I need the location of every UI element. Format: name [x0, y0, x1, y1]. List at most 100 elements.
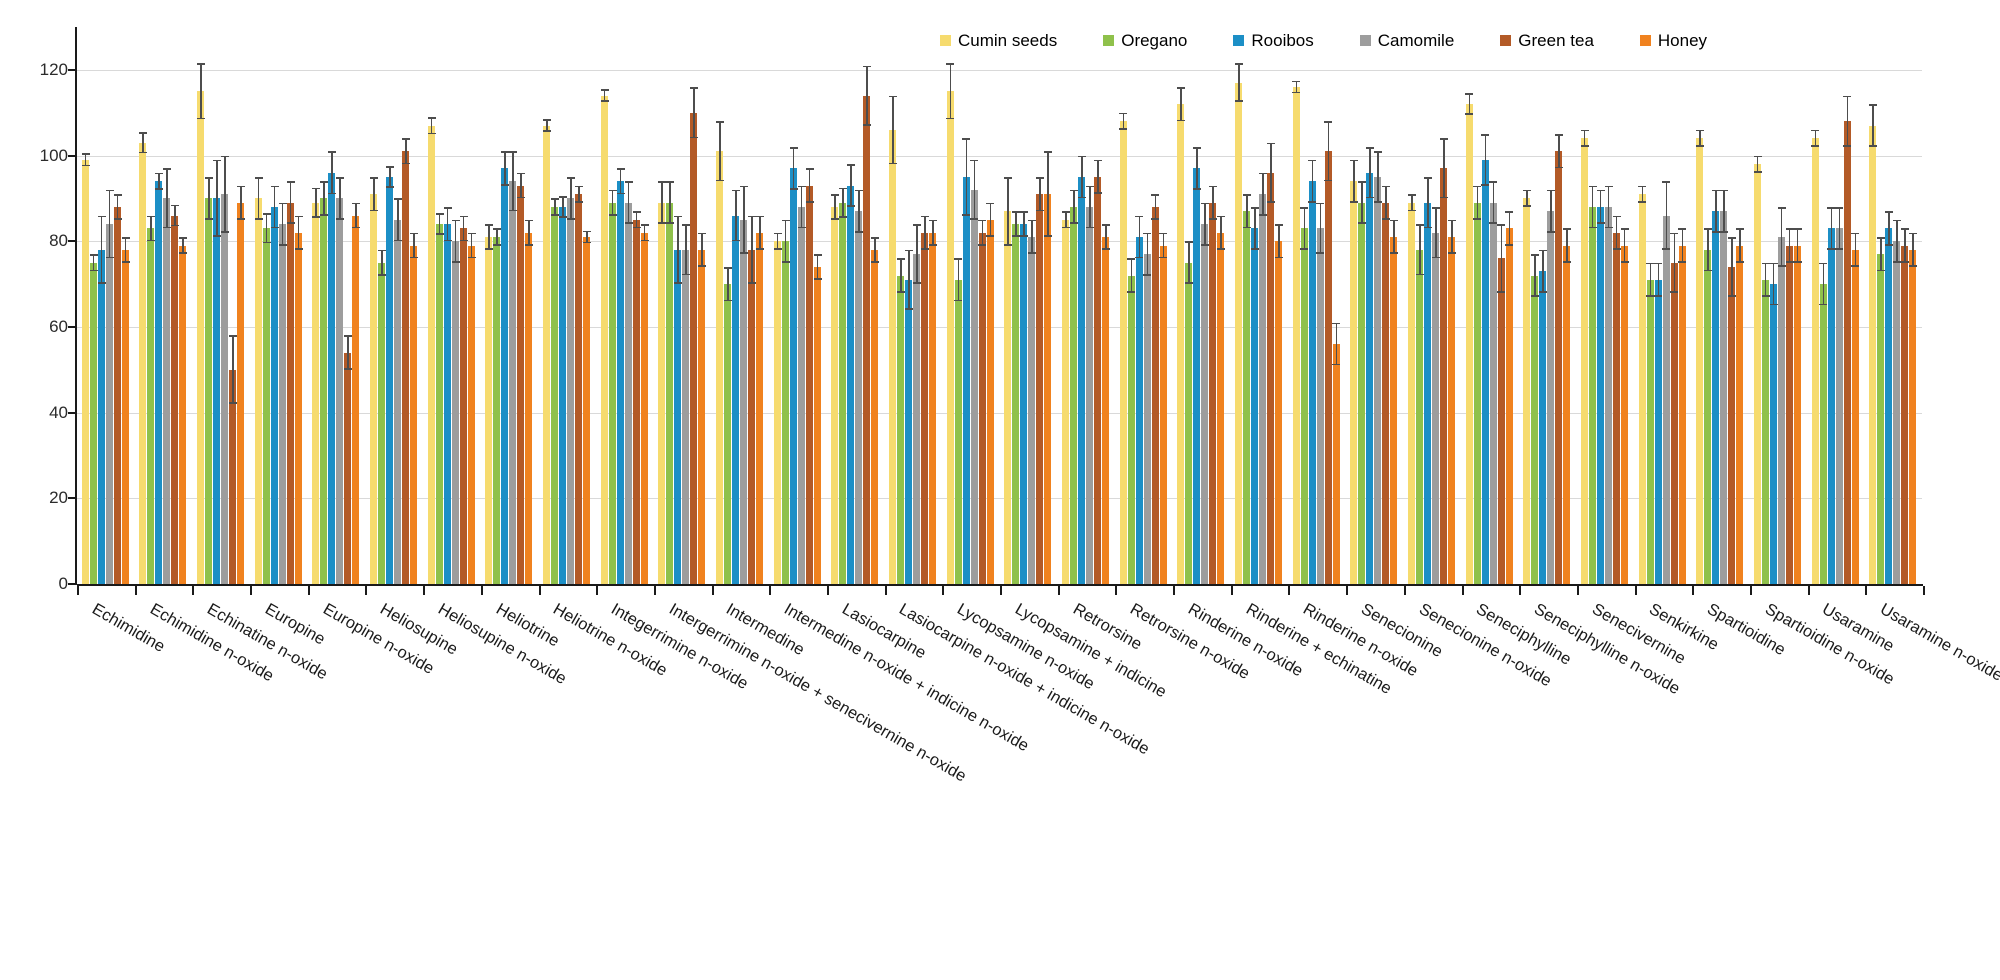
- bar[interactable]: [278, 224, 286, 584]
- bar[interactable]: [1447, 236, 1455, 584]
- bar[interactable]: [459, 228, 467, 584]
- bar[interactable]: [567, 198, 575, 584]
- bar[interactable]: [221, 194, 229, 584]
- bar[interactable]: [1497, 258, 1505, 584]
- bar[interactable]: [336, 198, 344, 584]
- bar[interactable]: [1539, 271, 1547, 584]
- bar[interactable]: [89, 262, 97, 584]
- bar[interactable]: [370, 194, 378, 584]
- bar[interactable]: [1292, 87, 1300, 584]
- bar[interactable]: [1481, 159, 1489, 584]
- bar[interactable]: [1843, 121, 1851, 584]
- bar[interactable]: [1473, 202, 1481, 584]
- bar[interactable]: [1505, 228, 1513, 584]
- bar[interactable]: [1547, 211, 1555, 584]
- bar[interactable]: [897, 275, 905, 584]
- bar[interactable]: [1670, 262, 1678, 584]
- bar[interactable]: [1612, 232, 1620, 584]
- bar[interactable]: [698, 249, 706, 584]
- bar[interactable]: [1827, 228, 1835, 584]
- bar[interactable]: [344, 352, 352, 584]
- bar[interactable]: [831, 206, 839, 584]
- bar[interactable]: [1201, 224, 1209, 584]
- bar[interactable]: [1893, 241, 1901, 584]
- bar[interactable]: [467, 245, 475, 584]
- bar[interactable]: [1439, 168, 1447, 584]
- bar[interactable]: [1851, 249, 1859, 584]
- bar[interactable]: [624, 202, 632, 584]
- bar[interactable]: [1332, 344, 1340, 584]
- bar[interactable]: [294, 232, 302, 584]
- bar[interactable]: [1638, 194, 1646, 584]
- bar[interactable]: [517, 185, 525, 584]
- bar[interactable]: [1869, 125, 1877, 584]
- bar[interactable]: [871, 249, 879, 584]
- bar[interactable]: [543, 125, 551, 584]
- bar[interactable]: [1563, 245, 1571, 584]
- bar[interactable]: [237, 202, 245, 584]
- bar[interactable]: [732, 215, 740, 584]
- bar[interactable]: [1415, 249, 1423, 584]
- bar[interactable]: [847, 185, 855, 584]
- bar[interactable]: [1390, 236, 1398, 584]
- bar[interactable]: [402, 151, 410, 584]
- bar[interactable]: [1885, 228, 1893, 584]
- bar[interactable]: [1736, 245, 1744, 584]
- bar[interactable]: [1431, 232, 1439, 584]
- bar[interactable]: [946, 91, 954, 584]
- bar[interactable]: [525, 232, 533, 584]
- bar[interactable]: [1036, 194, 1044, 584]
- bar[interactable]: [1761, 279, 1769, 584]
- bar[interactable]: [1085, 206, 1093, 584]
- bar[interactable]: [1004, 211, 1012, 584]
- bar[interactable]: [797, 206, 805, 584]
- bar[interactable]: [205, 198, 213, 584]
- bar[interactable]: [839, 202, 847, 584]
- bar[interactable]: [105, 224, 113, 584]
- bar[interactable]: [1374, 176, 1382, 584]
- bar[interactable]: [1177, 104, 1185, 584]
- bar[interactable]: [1777, 236, 1785, 584]
- bar[interactable]: [1835, 228, 1843, 584]
- bar[interactable]: [1324, 151, 1332, 584]
- bar[interactable]: [913, 254, 921, 584]
- bar[interactable]: [1020, 224, 1028, 584]
- bar[interactable]: [608, 202, 616, 584]
- bar[interactable]: [1678, 245, 1686, 584]
- bar[interactable]: [1785, 245, 1793, 584]
- bar[interactable]: [1696, 138, 1704, 584]
- bar[interactable]: [254, 198, 262, 584]
- bar[interactable]: [954, 279, 962, 584]
- bar[interactable]: [147, 228, 155, 584]
- bar[interactable]: [378, 262, 386, 584]
- bar[interactable]: [1316, 228, 1324, 584]
- bar[interactable]: [1250, 228, 1258, 584]
- bar[interactable]: [262, 228, 270, 584]
- bar[interactable]: [1811, 138, 1819, 584]
- bar[interactable]: [443, 224, 451, 584]
- bar[interactable]: [1531, 275, 1539, 584]
- bar[interactable]: [1234, 82, 1242, 584]
- bar[interactable]: [1209, 202, 1217, 584]
- bar[interactable]: [1217, 232, 1225, 584]
- bar[interactable]: [674, 249, 682, 584]
- bar[interactable]: [1366, 172, 1374, 584]
- bar[interactable]: [509, 181, 517, 584]
- bar[interactable]: [1135, 236, 1143, 584]
- bar[interactable]: [1061, 219, 1069, 584]
- bar[interactable]: [1465, 104, 1473, 584]
- bar[interactable]: [485, 236, 493, 584]
- bar[interactable]: [1119, 121, 1127, 584]
- bar[interactable]: [1654, 279, 1662, 584]
- bar[interactable]: [921, 232, 929, 584]
- bar[interactable]: [805, 185, 813, 584]
- bar[interactable]: [575, 194, 583, 584]
- bar[interactable]: [427, 125, 435, 584]
- bar[interactable]: [1407, 202, 1415, 584]
- bar[interactable]: [632, 219, 640, 584]
- bar[interactable]: [929, 232, 937, 584]
- bar[interactable]: [197, 91, 205, 584]
- bar[interactable]: [1646, 279, 1654, 584]
- bar[interactable]: [1258, 194, 1266, 584]
- bar[interactable]: [1350, 181, 1358, 584]
